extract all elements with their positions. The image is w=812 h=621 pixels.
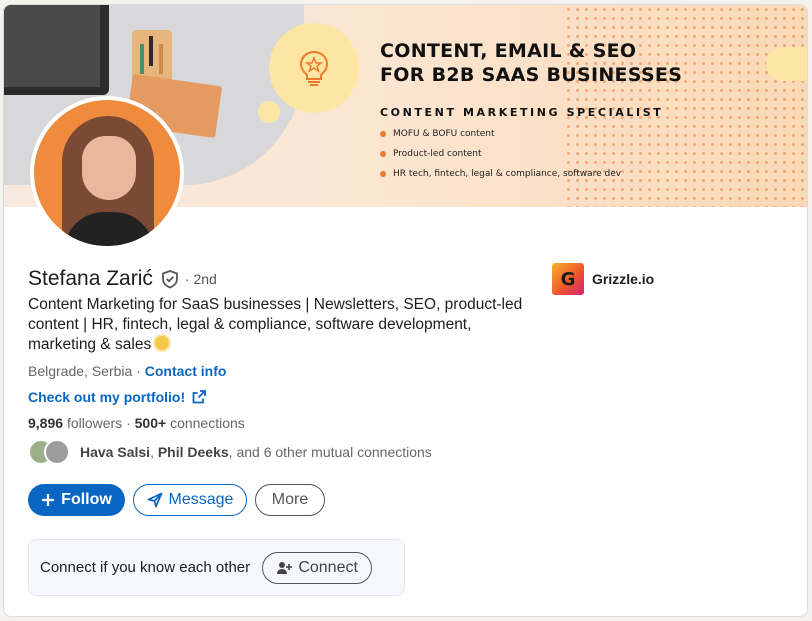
profile-avatar[interactable] — [30, 96, 184, 250]
profile-name-row: Stefana Zarić · 2nd — [28, 267, 217, 291]
banner-subtitle: CONTENT MARKETING SPECIALIST — [380, 106, 664, 119]
banner-bullet: HR tech, fintech, legal & compliance, so… — [380, 167, 621, 187]
company-logo[interactable]: G — [552, 263, 584, 295]
banner-title: CONTENT, EMAIL & SEO FOR B2B SAAS BUSINE… — [380, 40, 683, 86]
external-link-icon — [192, 390, 207, 404]
banner-bullet: Product-led content — [380, 147, 621, 167]
current-company[interactable]: G Grizzle.io — [552, 263, 654, 295]
profile-actions: Follow Message More — [28, 484, 325, 516]
connections-count[interactable]: 500+ — [135, 415, 167, 431]
company-name[interactable]: Grizzle.io — [592, 271, 654, 287]
contact-info-link[interactable]: Contact info — [145, 363, 227, 379]
more-button[interactable]: More — [255, 484, 325, 516]
banner-bullet: MOFU & BOFU content — [380, 127, 621, 147]
profile-location-row: Belgrade, Serbia · Contact info — [28, 363, 227, 379]
profile-card: CONTENT, EMAIL & SEO FOR B2B SAAS BUSINE… — [3, 4, 808, 617]
mutual-connections[interactable]: Hava Salsi, Phil Deeks, and 6 other mutu… — [28, 437, 432, 467]
profile-location: Belgrade, Serbia — [28, 363, 133, 379]
profile-headline: Content Marketing for SaaS businesses | … — [28, 296, 523, 353]
portfolio-link[interactable]: Check out my portfolio! — [28, 389, 207, 405]
banner-decor-dot — [258, 101, 280, 123]
avatar — [44, 439, 70, 465]
lightbulb-icon — [269, 23, 359, 113]
banner-bullet-list: MOFU & BOFU content Product-led content … — [380, 127, 621, 187]
mutual-avatars — [28, 437, 74, 467]
followers-count: 9,896 — [28, 415, 64, 431]
message-button[interactable]: Message — [133, 484, 247, 516]
add-person-icon — [276, 560, 293, 576]
profile-name: Stefana Zarić — [28, 267, 153, 290]
verified-shield-icon[interactable] — [160, 269, 180, 289]
connection-degree: · 2nd — [184, 271, 217, 287]
send-icon — [147, 492, 163, 508]
follow-button[interactable]: Follow — [28, 484, 125, 516]
connect-prompt-text: Connect if you know each other — [40, 559, 251, 576]
sun-emoji-icon — [155, 336, 170, 350]
profile-stats: 9,896 followers · 500+ connections — [28, 415, 245, 431]
connect-button[interactable]: Connect — [262, 551, 373, 584]
banner-laptop — [4, 5, 109, 95]
plus-icon — [41, 493, 55, 507]
banner-decor-pill — [766, 47, 807, 81]
connect-prompt: Connect if you know each other Connect — [28, 539, 405, 596]
